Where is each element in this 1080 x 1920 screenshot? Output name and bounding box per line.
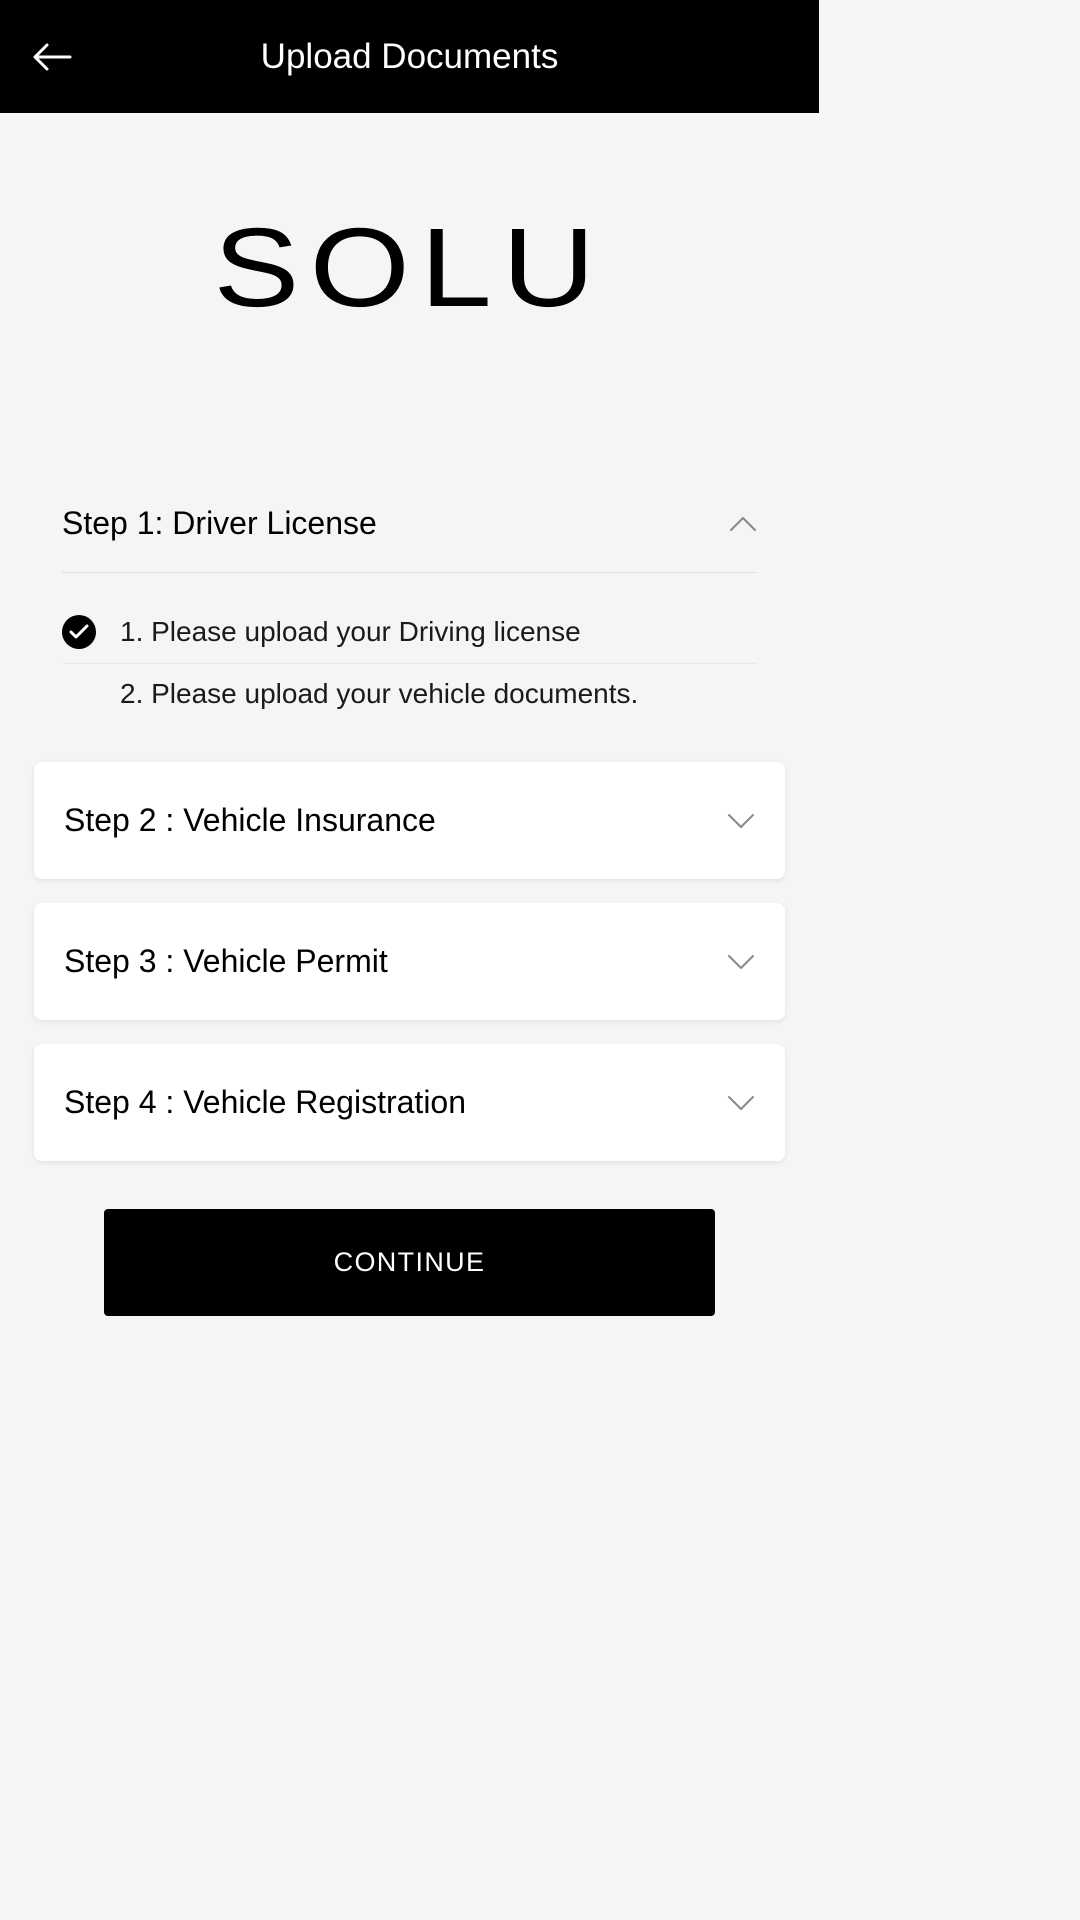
brand-logo: SOLU (214, 203, 606, 332)
step-1-item-2-text: 2. Please upload your vehicle documents. (120, 678, 638, 710)
chevron-up-icon (729, 510, 757, 538)
step-2-card[interactable]: Step 2 : Vehicle Insurance (34, 762, 785, 879)
step-1-item-1[interactable]: 1. Please upload your Driving license (62, 601, 757, 664)
step-3-card[interactable]: Step 3 : Vehicle Permit (34, 903, 785, 1020)
chevron-down-icon (727, 1089, 755, 1117)
back-button[interactable] (30, 35, 74, 79)
continue-button[interactable]: CONTINUE (104, 1209, 715, 1316)
step-1-title: Step 1: Driver License (62, 505, 377, 542)
step-1-item-2[interactable]: 2. Please upload your vehicle documents. (62, 664, 757, 724)
step-4-card[interactable]: Step 4 : Vehicle Registration (34, 1044, 785, 1161)
step-4-title: Step 4 : Vehicle Registration (64, 1084, 466, 1121)
step-3-title: Step 3 : Vehicle Permit (64, 943, 388, 980)
page-title: Upload Documents (0, 37, 819, 77)
logo-section: SOLU (0, 113, 819, 487)
chevron-down-icon (727, 807, 755, 835)
header: Upload Documents (0, 0, 819, 113)
step-1-item-1-text: 1. Please upload your Driving license (120, 616, 581, 648)
step-1-section: Step 1: Driver License 1. Please upload … (34, 487, 785, 724)
chevron-down-icon (727, 948, 755, 976)
step-1-items: 1. Please upload your Driving license 2.… (62, 573, 757, 724)
check-circle-icon (62, 615, 96, 649)
step-1-header[interactable]: Step 1: Driver License (62, 487, 757, 573)
arrow-left-icon (32, 42, 72, 72)
steps-container: Step 1: Driver License 1. Please upload … (0, 487, 819, 1316)
step-2-title: Step 2 : Vehicle Insurance (64, 802, 436, 839)
